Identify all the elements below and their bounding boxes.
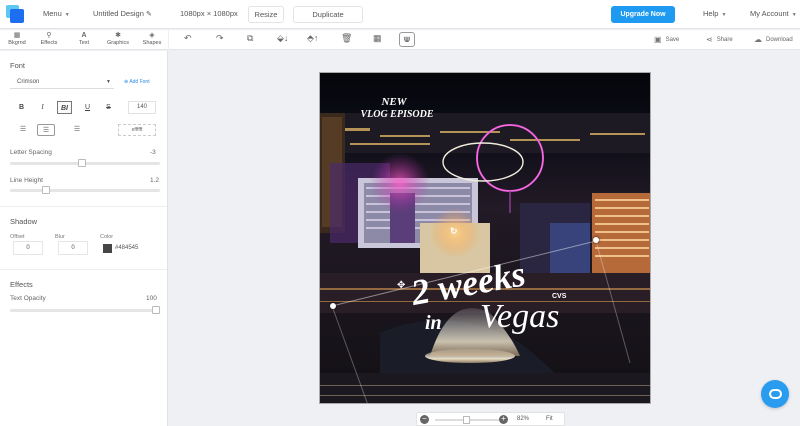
line-height-slider[interactable]: [10, 186, 160, 194]
shadow-color-swatch[interactable]: [103, 244, 112, 253]
text-effect-preview[interactable]: effffff: [118, 124, 156, 136]
line-height-label: Line Height: [10, 177, 43, 184]
shadow-color-hex[interactable]: #484545: [115, 245, 138, 251]
caret-down-icon: ▼: [721, 12, 727, 18]
zoom-slider[interactable]: [435, 416, 500, 424]
upgrade-button[interactable]: Upgrade Now: [611, 6, 675, 23]
tool-tabs: ▦ Bkgrnd ⚲ Effects A Text ✱ Graphics ◈ Shapes: [0, 30, 168, 50]
divider: [0, 269, 167, 270]
save-button[interactable]: ▣ Save: [654, 35, 679, 44]
letter-spacing-value: -3: [150, 149, 156, 156]
bold-italic-button[interactable]: BI: [57, 101, 72, 114]
redo-icon[interactable]: ↷: [216, 33, 224, 44]
font-size-input[interactable]: 140: [128, 101, 156, 114]
duplicate-button[interactable]: Duplicate: [293, 6, 363, 23]
graphics-icon: ✱: [115, 32, 121, 39]
copy-icon[interactable]: ⧉: [247, 33, 253, 44]
top-bar: Menu ▼ Untitled Design ✎ 1080px × 1080px …: [0, 0, 800, 29]
caret-down-icon: ▼: [106, 79, 111, 85]
zoom-out-icon[interactable]: −: [420, 415, 429, 424]
magnet-icon[interactable]: ⋓: [399, 32, 415, 47]
chat-support-button[interactable]: [761, 380, 789, 408]
align-center-icon[interactable]: ☰: [37, 124, 55, 136]
send-backward-icon[interactable]: ⬙↓: [277, 33, 288, 44]
shapes-icon: ◈: [149, 32, 155, 39]
text-opacity-slider[interactable]: [10, 306, 160, 314]
design-name[interactable]: Untitled Design ✎: [93, 9, 152, 18]
caret-down-icon: ▼: [791, 12, 797, 18]
account-menu[interactable]: My Account ▼: [750, 9, 797, 18]
app-logo[interactable]: [6, 5, 24, 23]
color-label: Color: [100, 234, 114, 240]
text-opacity-value: 100: [146, 295, 157, 302]
text-properties-panel: Font Crimson ▼ ⊕ Add Font B I BI U S 140 …: [0, 51, 168, 426]
download-cloud-icon: ☁: [754, 35, 762, 44]
resize-button[interactable]: Resize: [248, 6, 284, 23]
blur-input[interactable]: 0: [58, 241, 88, 255]
align-right-icon[interactable]: ☰: [68, 124, 86, 136]
letter-spacing-label: Letter Spacing: [10, 149, 52, 156]
shadow-heading: Shadow: [10, 217, 38, 226]
tool-shapes[interactable]: ◈ Shapes: [138, 32, 166, 49]
add-font-link[interactable]: ⊕ Add Font: [124, 79, 150, 85]
background-icon: ▦: [13, 32, 21, 39]
design-canvas[interactable]: CVS NEW VLOG EPISODE 2 weeks in Vegas ✥ …: [319, 72, 651, 404]
share-icon: ⋖: [706, 35, 713, 44]
line-height-value: 1.2: [150, 177, 160, 184]
text-opacity-label: Text Opacity: [10, 295, 46, 302]
tool-graphics[interactable]: ✱ Graphics: [104, 32, 132, 49]
pencil-icon: ✎: [145, 11, 152, 18]
offset-input[interactable]: 0: [13, 241, 43, 255]
resize-handle[interactable]: [330, 303, 336, 309]
zoom-value: 82%: [517, 416, 530, 422]
strikethrough-button[interactable]: S: [101, 101, 116, 114]
zoom-bar: − + 82% Fit: [416, 412, 565, 426]
letter-spacing-slider[interactable]: [10, 159, 160, 167]
effects-heading: Effects: [10, 280, 33, 289]
italic-button[interactable]: I: [35, 101, 50, 114]
resize-handle[interactable]: [593, 237, 599, 243]
zoom-in-icon[interactable]: +: [499, 415, 508, 424]
fit-button[interactable]: Fit: [546, 416, 553, 422]
grid-icon[interactable]: ▦: [373, 33, 382, 44]
share-button[interactable]: ⋖ Share: [706, 35, 733, 44]
chat-bubble-icon: [768, 389, 782, 399]
undo-icon[interactable]: ↶: [184, 33, 192, 44]
slider-handle[interactable]: [152, 306, 160, 314]
tool-effects[interactable]: ⚲ Effects: [35, 32, 63, 49]
tool-background[interactable]: ▦ Bkgrnd: [3, 32, 31, 49]
bring-forward-icon[interactable]: ⬘↑: [307, 33, 318, 44]
align-left-icon[interactable]: ☰: [14, 124, 32, 136]
wand-icon: ⚲: [46, 32, 52, 39]
help-menu[interactable]: Help ▼: [703, 9, 726, 18]
tool-text[interactable]: A Text: [70, 32, 98, 49]
slider-handle[interactable]: [78, 159, 86, 167]
caret-down-icon: ▼: [64, 12, 70, 18]
menu-button[interactable]: Menu ▼: [43, 9, 70, 18]
move-handle-icon[interactable]: ✥: [397, 280, 405, 291]
edit-toolbar: ↶ ↷ ⧉ ⬙↓ ⬘↑ 🗑 ▦ ⋓ ▣ Save ⋖ Share ☁ Download: [169, 30, 800, 50]
blur-label: Blur: [55, 234, 65, 240]
save-icon: ▣: [654, 35, 662, 44]
text-icon: A: [81, 32, 87, 39]
design-dimensions: 1080px × 1080px: [180, 9, 238, 18]
font-heading: Font: [10, 61, 26, 70]
font-select[interactable]: Crimson ▼: [10, 76, 114, 89]
download-button[interactable]: ☁ Download: [754, 35, 793, 44]
offset-label: Offset: [10, 234, 25, 240]
rotate-handle-icon[interactable]: ↻: [450, 226, 458, 237]
slider-handle[interactable]: [463, 416, 470, 424]
trash-icon[interactable]: 🗑: [341, 33, 352, 44]
underline-button[interactable]: U: [80, 101, 95, 114]
selection-box[interactable]: [320, 73, 651, 404]
bold-button[interactable]: B: [14, 101, 29, 114]
slider-handle[interactable]: [42, 186, 50, 194]
divider: [0, 206, 167, 207]
